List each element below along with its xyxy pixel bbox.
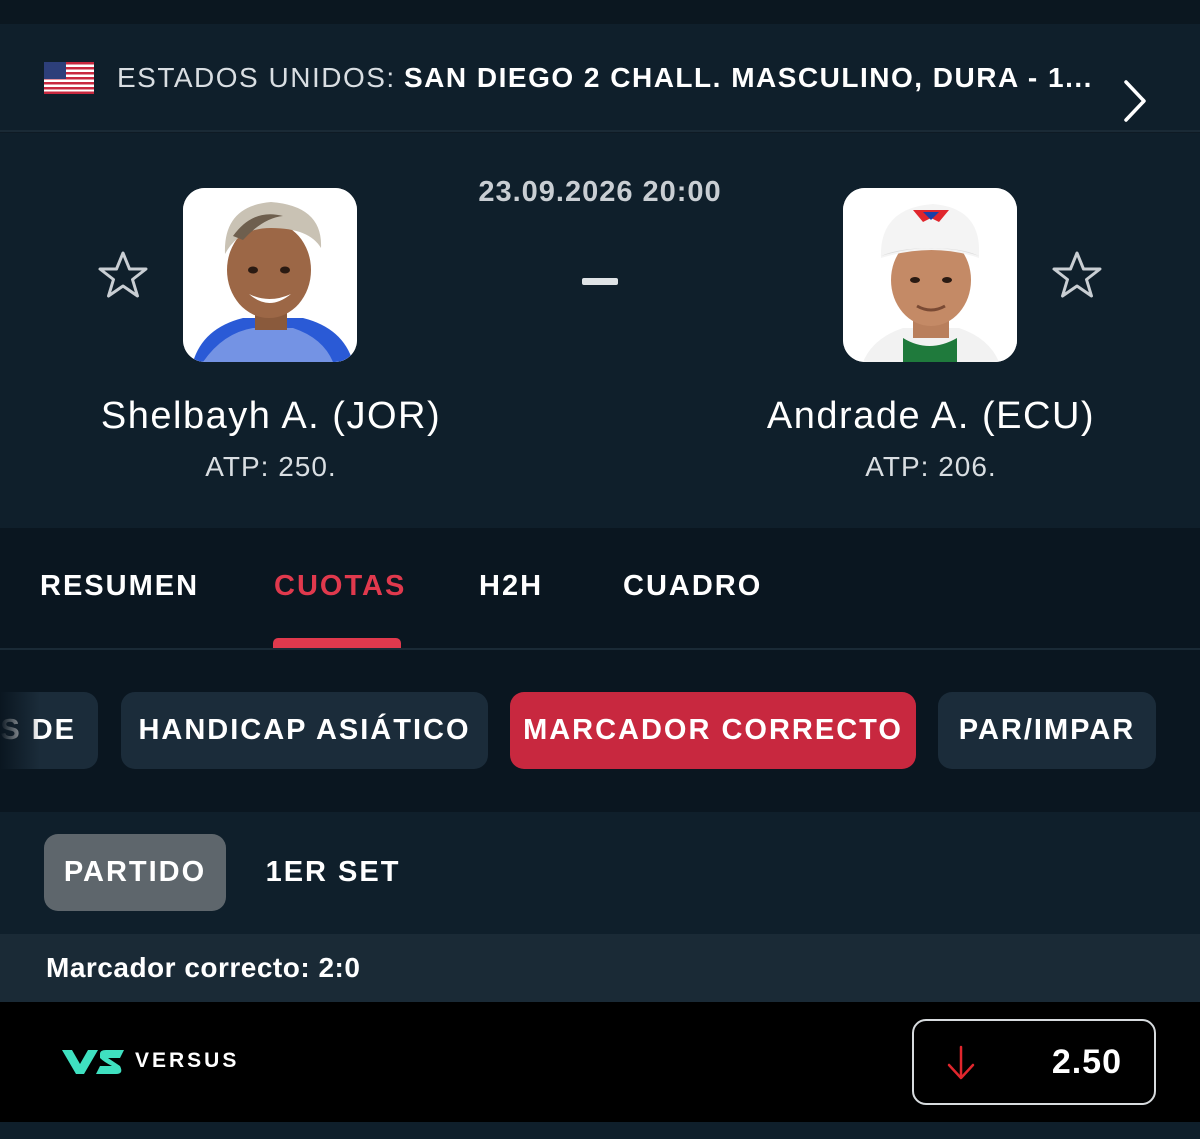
market-pill-label: HANDICAP ASIÁTICO <box>138 714 471 746</box>
odds-button[interactable]: 2.50 <box>912 1019 1156 1105</box>
match-tabs: RESUMEN CUOTAS H2H CUADRO <box>0 528 1200 650</box>
match-datetime: 23.09.2026 20:00 <box>478 176 722 208</box>
chevron-right-icon[interactable] <box>1118 76 1150 126</box>
market-pill-label: MARCADOR CORRECTO <box>523 714 903 746</box>
market-pill-label: PAR/IMPAR <box>958 714 1136 746</box>
player-name-home[interactable]: Shelbayh A. (JOR) <box>21 395 521 438</box>
market-pill-marcador-correcto[interactable]: MARCADOR CORRECTO <box>510 692 916 769</box>
match-header: 23.09.2026 20:00 Shelbayh A. (JOR) ATP: … <box>0 133 1200 528</box>
scroll-fade <box>0 692 40 769</box>
player-photo-away[interactable] <box>843 188 1017 362</box>
period-pill-label: PARTIDO <box>63 856 207 888</box>
favorite-star-icon[interactable] <box>93 247 153 307</box>
arrow-down-icon <box>947 1045 975 1080</box>
market-selector: S DE HANDICAP ASIÁTICO MARCADOR CORRECTO… <box>0 650 1200 812</box>
player-rank-home: ATP: 250. <box>205 451 337 482</box>
period-pill-partido[interactable]: PARTIDO <box>44 834 226 911</box>
favorite-star-icon[interactable] <box>1047 247 1107 307</box>
versus-logo-icon[interactable] <box>62 1046 126 1078</box>
active-tab-indicator <box>273 638 401 648</box>
player-photo-home[interactable] <box>183 188 357 362</box>
tab-h2h[interactable]: H2H <box>479 570 543 603</box>
market-pill-partial[interactable]: S DE <box>0 692 98 769</box>
top-strip <box>0 0 1200 24</box>
bookmaker-name[interactable]: VERSUS <box>135 1049 239 1073</box>
result-header: Marcador correcto: 2:0 <box>0 936 1200 1002</box>
player-rank-away: ATP: 206. <box>865 451 997 482</box>
avatar-away-icon <box>843 188 1017 362</box>
tab-resumen[interactable]: RESUMEN <box>40 570 199 603</box>
market-pill-handicap-asiatico[interactable]: HANDICAP ASIÁTICO <box>121 692 488 769</box>
result-label: Marcador correcto: 2:0 <box>46 952 361 983</box>
tournament-country: ESTADOS UNIDOS: <box>117 62 396 93</box>
match-page: ESTADOS UNIDOS: SAN DIEGO 2 CHALL. MASCU… <box>0 0 1200 1139</box>
score-separator <box>582 278 618 285</box>
tab-cuotas[interactable]: CUOTAS <box>274 570 406 603</box>
tournament-name: SAN DIEGO 2 CHALL. MASCULINO, DURA - 1..… <box>404 62 1093 93</box>
tab-cuadro[interactable]: CUADRO <box>623 570 762 603</box>
market-pill-par-impar[interactable]: PAR/IMPAR <box>938 692 1156 769</box>
avatar-home-icon <box>183 188 357 362</box>
period-selector: PARTIDO 1ER SET <box>0 812 1200 936</box>
bottom-strip <box>0 1122 1200 1139</box>
period-pill-label: 1ER SET <box>265 856 401 888</box>
us-flag-icon <box>44 62 94 94</box>
odds-row: VERSUS 2.50 <box>0 1002 1200 1122</box>
player-name-away[interactable]: Andrade A. (ECU) <box>681 395 1181 438</box>
odds-value: 2.50 <box>1051 1043 1122 1081</box>
tournament-bar[interactable]: ESTADOS UNIDOS: SAN DIEGO 2 CHALL. MASCU… <box>0 24 1200 132</box>
period-pill-1er-set[interactable]: 1ER SET <box>248 834 418 911</box>
